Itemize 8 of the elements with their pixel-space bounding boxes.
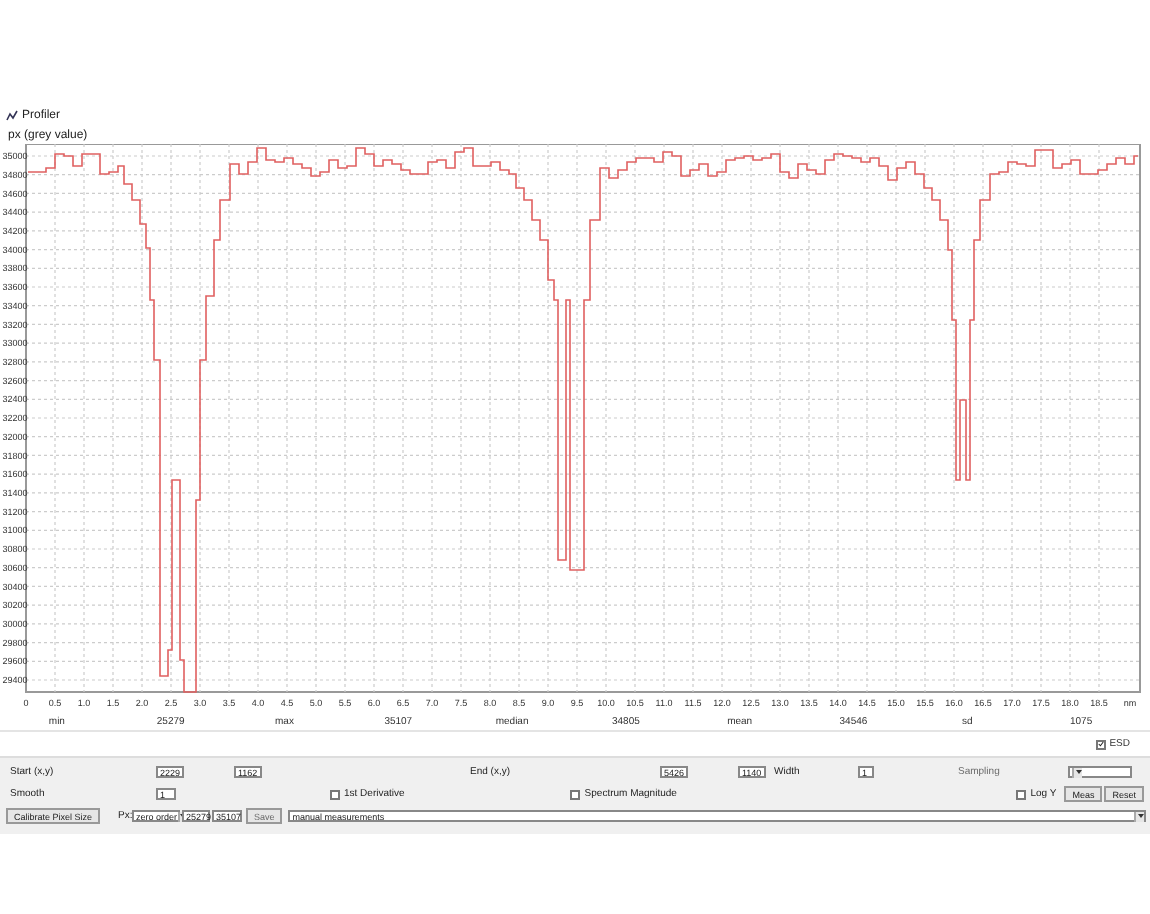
dropdown-arrow-icon <box>1075 770 1081 774</box>
first-derivative-checkbox[interactable] <box>330 789 340 799</box>
spectrum-magnitude-checkbox[interactable] <box>570 789 581 799</box>
log-y-checkbox[interactable] <box>1016 789 1027 799</box>
esd-checkbox[interactable] <box>1095 739 1106 749</box>
dropdown-arrow-icon <box>1137 814 1143 818</box>
profile-icon <box>6 110 18 122</box>
sampling-dropdown[interactable] <box>1068 766 1132 778</box>
